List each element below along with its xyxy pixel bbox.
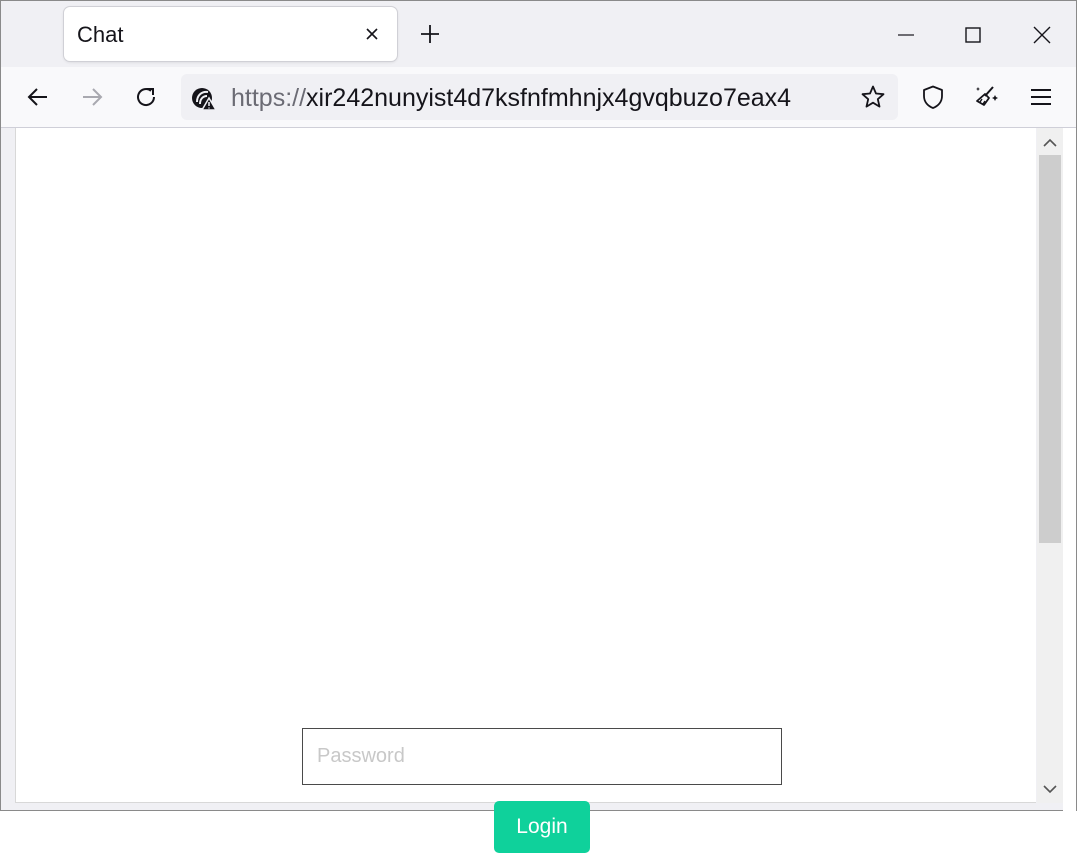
tab-strip: Chat: [1, 1, 1076, 67]
nav-toolbar: https://xir242nunyist4d7ksfnfmhnjx4gvqbu…: [1, 67, 1076, 128]
bookmark-star-icon[interactable]: [859, 83, 887, 111]
shield-icon[interactable]: [917, 81, 949, 113]
new-tab-plus-icon[interactable]: [415, 19, 445, 49]
broom-sparkle-icon[interactable]: [971, 81, 1003, 113]
url-fade: [821, 74, 851, 120]
maximize-icon[interactable]: [953, 15, 993, 55]
tab-chat[interactable]: Chat: [64, 7, 397, 61]
vertical-scrollbar[interactable]: [1037, 128, 1063, 803]
hamburger-menu-icon[interactable]: [1025, 81, 1057, 113]
scroll-thumb[interactable]: [1039, 155, 1061, 543]
tab-close-icon[interactable]: [361, 23, 383, 45]
url-text[interactable]: https://xir242nunyist4d7ksfnfmhnjx4gvqbu…: [231, 84, 851, 112]
window-close-icon[interactable]: [1022, 15, 1062, 55]
page-viewport: Login: [15, 128, 1036, 853]
url-scheme: https://: [231, 84, 307, 112]
login-button[interactable]: Login: [494, 801, 590, 853]
scroll-down-chevron-icon[interactable]: [1037, 778, 1063, 800]
scroll-up-chevron-icon[interactable]: [1037, 132, 1063, 154]
page-margin: [1063, 128, 1076, 811]
forward-arrow-icon[interactable]: [76, 81, 108, 113]
minimize-icon[interactable]: [886, 15, 926, 55]
url-bar[interactable]: https://xir242nunyist4d7ksfnfmhnjx4gvqbu…: [181, 74, 898, 120]
insecure-lock-icon[interactable]: [191, 85, 218, 111]
url-host: xir242nunyist4d7ksfnfmhnjx4gvqbuzo7eax4: [306, 84, 792, 112]
password-input[interactable]: [302, 728, 782, 785]
reload-icon[interactable]: [130, 81, 162, 113]
back-arrow-icon[interactable]: [22, 81, 54, 113]
tab-title: Chat: [77, 22, 124, 47]
browser-window: Chat https://xir242nunyist4d7ksfnfmhnjx4…: [0, 0, 1077, 853]
